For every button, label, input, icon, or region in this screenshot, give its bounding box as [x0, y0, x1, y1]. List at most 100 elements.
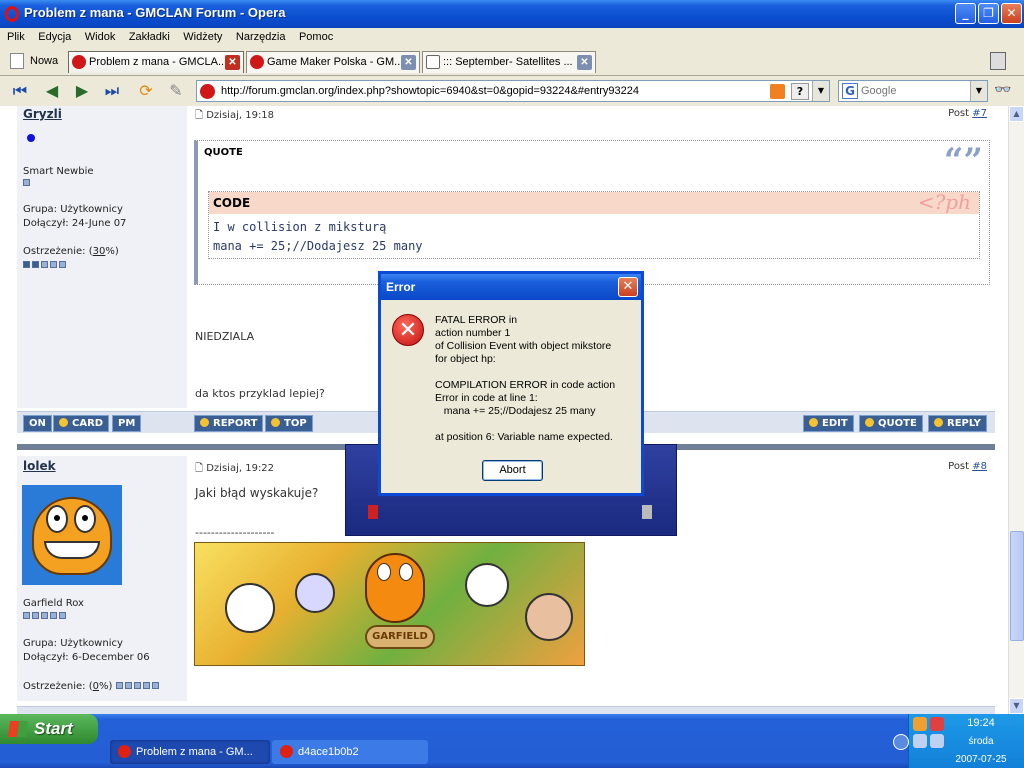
minimize-button[interactable]: _: [955, 3, 976, 24]
user-joined: Dołączył: 6-December 06: [23, 652, 150, 663]
quote-button[interactable]: QUOTE: [859, 415, 923, 432]
warning-value[interactable]: 30: [93, 246, 106, 257]
window-title: Problem z mana - GMCLAN Forum - Opera: [24, 5, 286, 20]
report-button[interactable]: REPORT: [194, 415, 264, 432]
user-joined: Dołączył: 24-June 07: [23, 218, 127, 229]
taskbar-item-game[interactable]: d4ace1b0b2: [272, 740, 428, 764]
quote-header: QUOTE: [204, 147, 243, 158]
scroll-up-icon[interactable]: ▲: [1009, 106, 1024, 122]
menu-widzety[interactable]: Widżety: [183, 28, 222, 46]
google-icon: G: [842, 83, 858, 99]
plus-icon: [809, 418, 818, 427]
new-document-icon: [10, 53, 24, 69]
new-tab-button[interactable]: Nowa: [8, 51, 58, 71]
abort-button[interactable]: Abort: [482, 460, 543, 481]
tab-september-satellites[interactable]: ::: September- Satellites ... ✕: [422, 51, 596, 73]
menu-plik[interactable]: Plik: [7, 28, 25, 46]
network-icon[interactable]: [913, 734, 927, 748]
code-line-1: I w collision z miksturą: [213, 220, 387, 234]
clock-time[interactable]: 19:24: [951, 717, 1011, 729]
post-label: Post: [948, 461, 973, 472]
post-username[interactable]: Gryzli: [23, 107, 62, 121]
post-number: Post #8: [948, 461, 987, 472]
avatar: [22, 485, 122, 585]
top-button[interactable]: TOP: [265, 415, 313, 432]
rss-feed-icon[interactable]: [770, 84, 785, 99]
reload-icon[interactable]: ⟳: [134, 81, 158, 101]
post-date: 🗋 Dzisiaj, 19:18: [195, 108, 274, 125]
post-text-line1: NIEDZIALA: [195, 330, 255, 343]
signature-divider: --------------------: [195, 526, 275, 539]
next-post-button-bar: [17, 706, 995, 714]
glasses-icon[interactable]: 👓: [994, 82, 1011, 98]
edit-button[interactable]: EDIT: [803, 415, 854, 432]
card-button[interactable]: CARD: [53, 415, 110, 432]
address-dropdown-icon[interactable]: ▼: [812, 81, 829, 101]
volume-icon[interactable]: [930, 734, 944, 748]
clock-date: 2007-07-25: [955, 754, 1007, 765]
address-bar[interactable]: http://forum.gmclan.org/index.php?showto…: [196, 80, 830, 102]
close-tab-icon[interactable]: ✕: [225, 55, 240, 70]
user-group: Grupa: Użytkownicy: [23, 204, 123, 215]
tab-game-maker-polska[interactable]: Game Maker Polska - GM... ✕: [246, 51, 420, 73]
tab-bar: Nowa Problem z mana - GMCLA... ✕ Game Ma…: [0, 46, 1024, 76]
dialog-close-button[interactable]: ✕: [618, 277, 638, 297]
reply-icon: [934, 418, 943, 427]
title-bar: Problem z mana - GMCLAN Forum - Opera _ …: [0, 0, 1024, 28]
opera-favicon-icon: [72, 55, 86, 69]
address-url[interactable]: http://forum.gmclan.org/index.php?showto…: [221, 81, 639, 101]
post-username[interactable]: lolek: [23, 459, 56, 473]
post-number-link[interactable]: #7: [972, 108, 987, 119]
scroll-down-icon[interactable]: ▼: [1009, 698, 1024, 714]
tab-label: Game Maker Polska - GM...: [267, 56, 404, 68]
menu-widok[interactable]: Widok: [85, 28, 116, 46]
search-dropdown-icon[interactable]: ▼: [970, 81, 987, 101]
back-arrow-icon[interactable]: ◀: [40, 81, 64, 101]
close-tab-icon[interactable]: ✕: [577, 55, 592, 70]
vertical-scrollbar[interactable]: ▲ ▼: [1008, 106, 1024, 714]
signature-banner-image: GARFIELD: [194, 542, 585, 666]
pm-button[interactable]: PM: [112, 415, 142, 432]
close-button[interactable]: ✕: [1001, 3, 1022, 24]
tab-problem-z-mana[interactable]: Problem z mana - GMCLA... ✕: [68, 51, 244, 73]
tray-app-icon[interactable]: [913, 717, 927, 731]
menu-pomoc[interactable]: Pomoc: [299, 28, 333, 46]
tray-security-icon[interactable]: [930, 717, 944, 731]
user-rank: Garfield Rox: [23, 598, 84, 609]
fast-forward-icon[interactable]: ⏭: [100, 81, 124, 101]
search-box[interactable]: G ▼: [838, 80, 988, 102]
post-date: 🗋 Dzisiaj, 19:22: [195, 461, 274, 478]
trash-icon[interactable]: [990, 52, 1006, 70]
user-group: Grupa: Użytkownicy: [23, 638, 123, 649]
taskbar-item-opera[interactable]: Problem z mana - GM...: [110, 740, 270, 764]
pm-button-label: PM: [118, 418, 136, 429]
close-tab-icon[interactable]: ✕: [401, 55, 416, 70]
rewind-icon[interactable]: ⏮: [8, 81, 32, 101]
start-button[interactable]: Start: [0, 714, 98, 744]
forward-arrow-icon[interactable]: ▶: [70, 81, 94, 101]
menu-edycja[interactable]: Edycja: [38, 28, 71, 46]
maximize-button[interactable]: ❐: [978, 3, 999, 24]
tab-label: ::: September- Satellites ...: [443, 56, 573, 68]
up-arrow-icon: [271, 418, 280, 427]
menu-narzedzia[interactable]: Narzędzia: [236, 28, 286, 46]
reply-button[interactable]: REPLY: [928, 415, 987, 432]
scrollbar-thumb[interactable]: [1010, 531, 1024, 641]
windows-logo-icon: [7, 721, 29, 737]
page-favicon-icon: [426, 55, 440, 69]
search-input[interactable]: [861, 83, 969, 99]
error-dialog: Error ✕ ✕ FATAL ERROR in action number 1…: [378, 271, 644, 496]
quote-marks-icon: “”: [943, 141, 983, 181]
user-icon: [59, 418, 68, 427]
post-author-panel: [17, 106, 187, 408]
help-icon[interactable]: ?: [791, 83, 809, 100]
edit-pen-icon[interactable]: ✎: [164, 81, 188, 101]
menu-zakladki[interactable]: Zakładki: [129, 28, 170, 46]
php-watermark-icon: <?ph: [917, 190, 971, 214]
post-number-link[interactable]: #8: [972, 461, 987, 472]
online-button[interactable]: ON: [23, 415, 52, 432]
tray-expand-icon[interactable]: [893, 734, 909, 750]
post-text-line2: da ktos przyklad lepiej?: [195, 387, 325, 400]
warning-label: Ostrzeżenie: (: [23, 246, 93, 257]
top-button-label: TOP: [284, 418, 307, 429]
